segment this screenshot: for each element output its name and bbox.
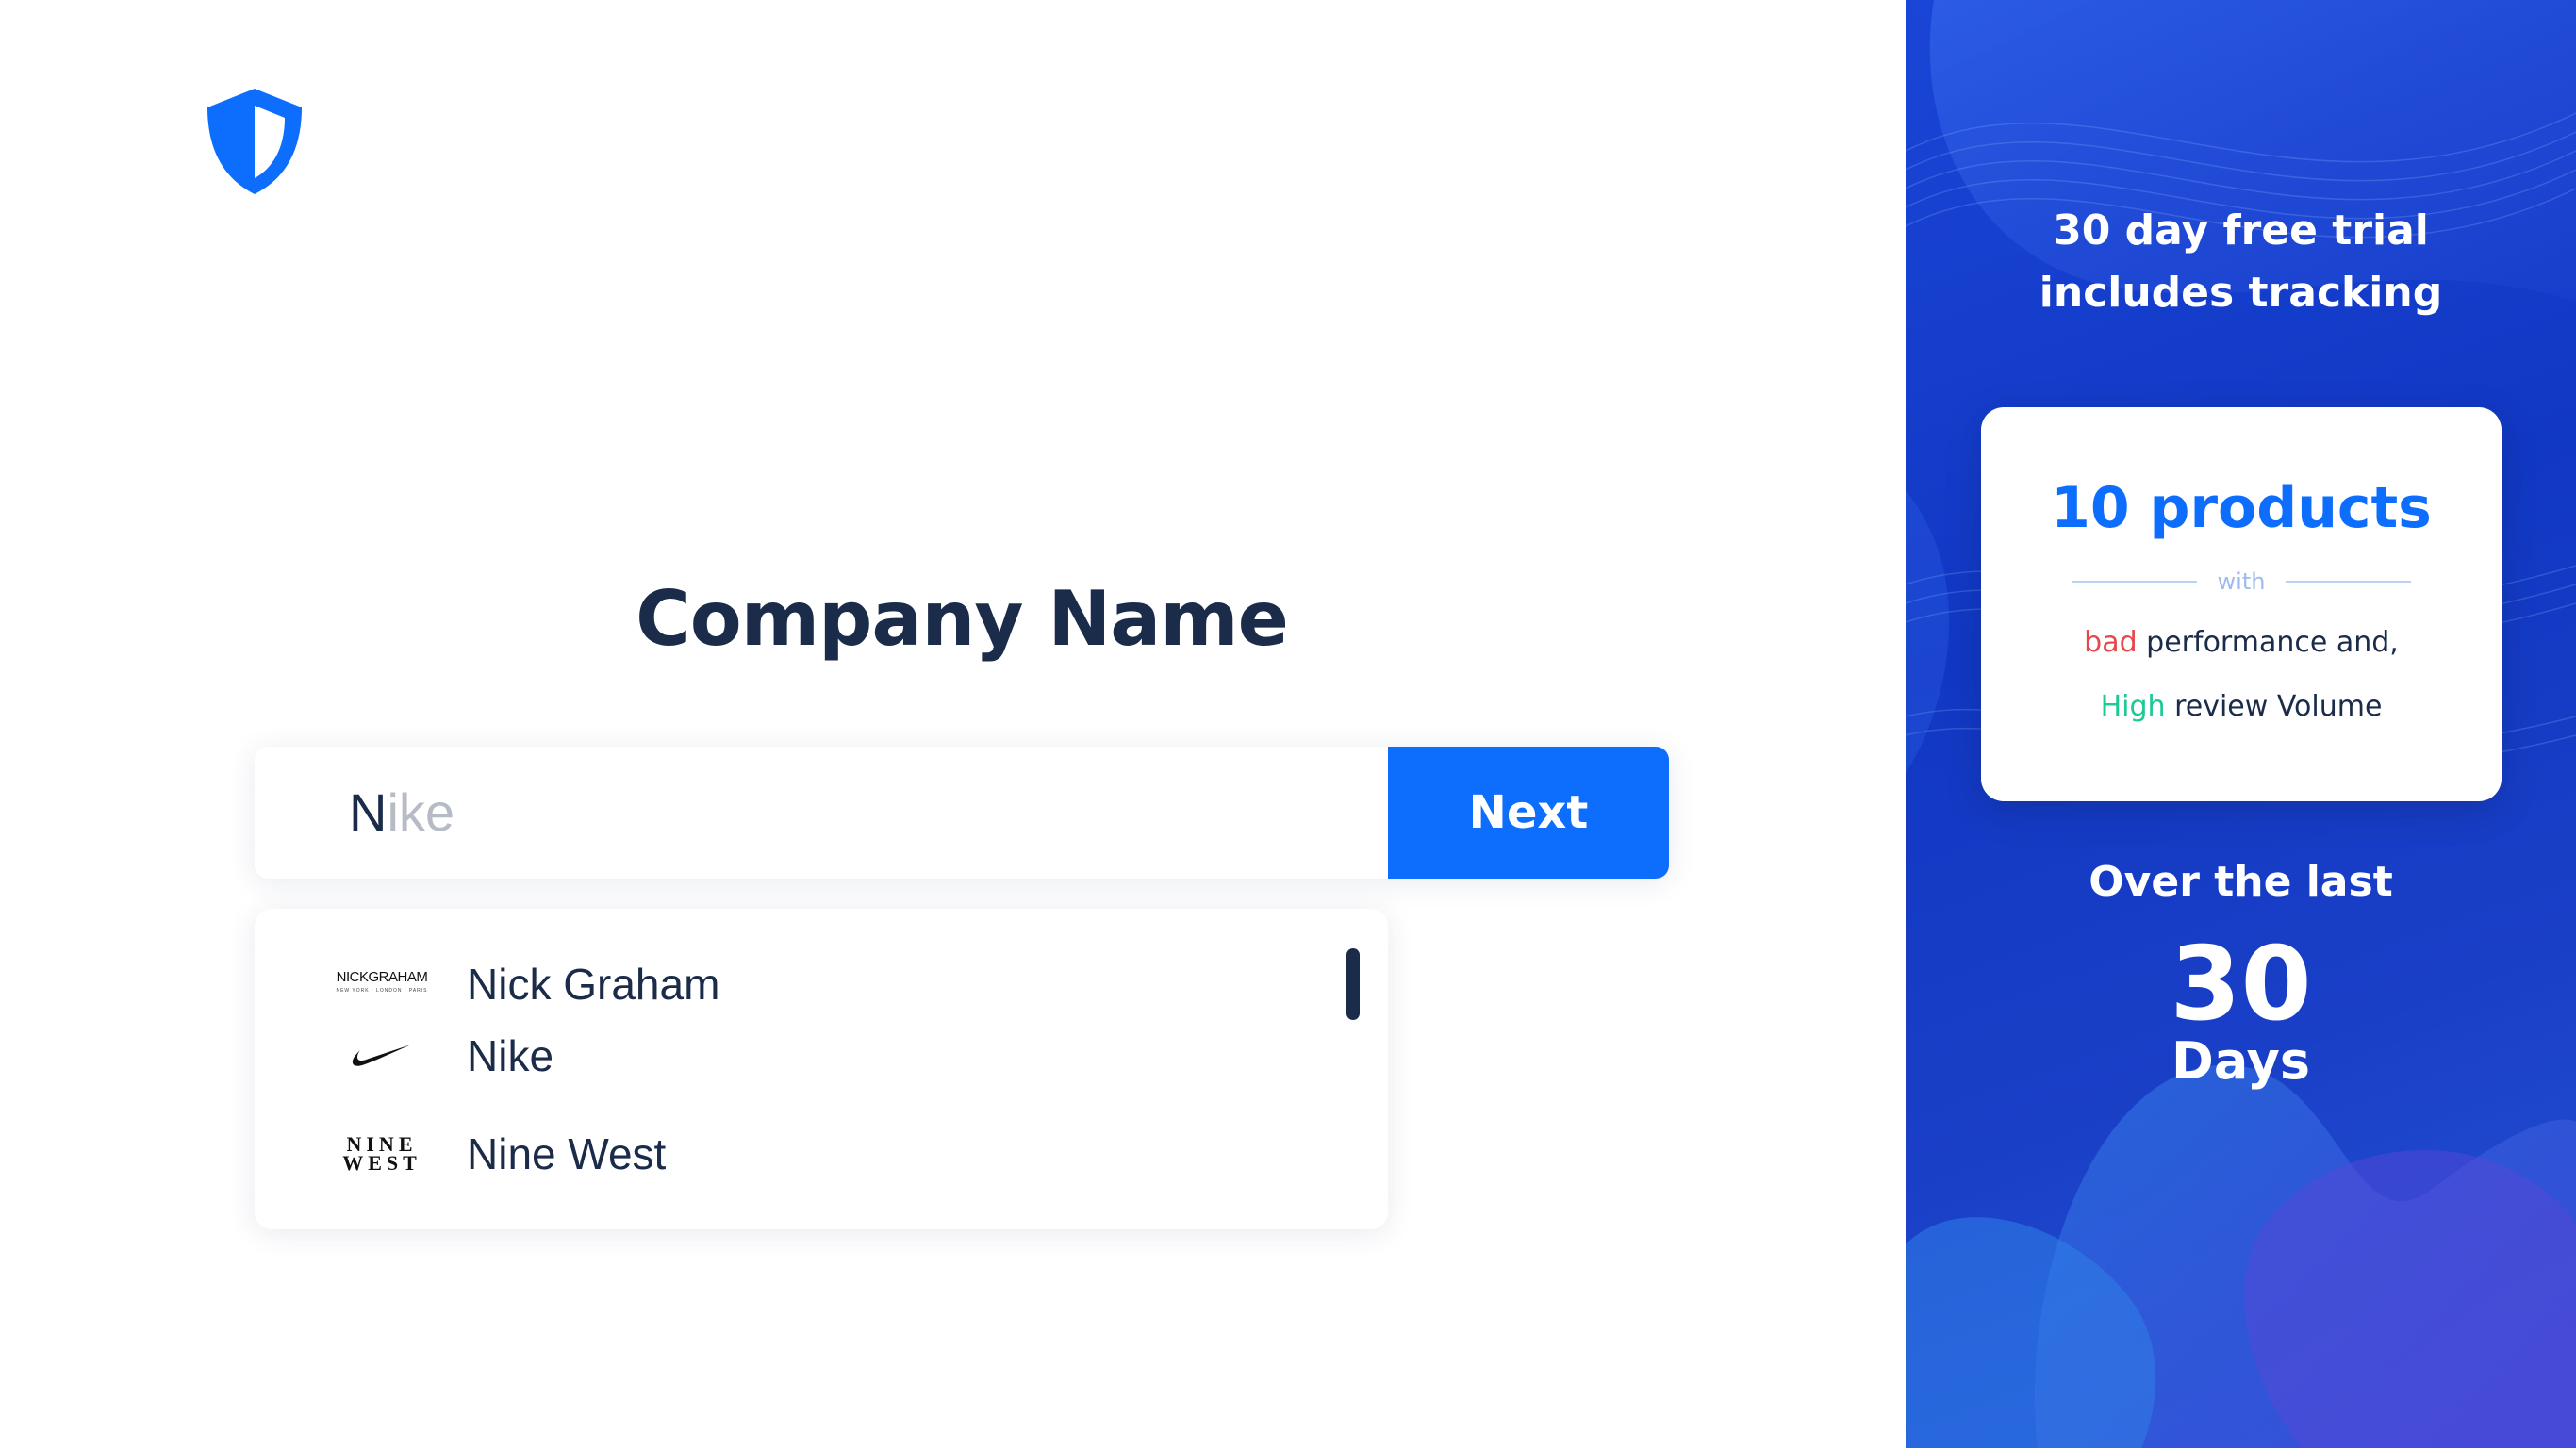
card-divider: with	[2072, 568, 2412, 596]
over-the-last-label: Over the last	[2089, 858, 2393, 906]
card-headline: 10 products	[2051, 475, 2432, 541]
card-line-performance: bad performance and,	[2084, 626, 2399, 659]
nick-graham-logo: NICKGRAHAM NEW YORK · LONDON · PARIS	[336, 969, 428, 994]
page-title: Company Name	[636, 575, 1289, 663]
search-row: Nike Next	[255, 747, 1669, 879]
dropdown-scrollbar[interactable]	[1346, 948, 1360, 1020]
next-button[interactable]: Next	[1388, 747, 1669, 879]
nine-west-logo: NINE WEST	[342, 1132, 421, 1175]
high-highlight: High	[2100, 690, 2166, 723]
main-panel: Company Name Nike Next NICKGRAHAM NEW YOR…	[0, 0, 1906, 1448]
promo-panel: 30 day free trial includes tracking 10 p…	[1906, 0, 2576, 1448]
days-number: 30	[2170, 926, 2312, 1044]
suggestion-label: Nike	[467, 1031, 554, 1080]
suggestion-item-nine-west[interactable]: NINE WEST Nine West	[255, 1116, 1311, 1192]
suggestion-label: Nine West	[467, 1129, 667, 1178]
bad-highlight: bad	[2084, 626, 2138, 659]
divider-text: with	[2217, 568, 2266, 595]
card-line-review: High review Volume	[2100, 690, 2383, 723]
promo-card: 10 products with bad performance and, Hi…	[1981, 407, 2502, 801]
suggestion-item-nike[interactable]: Nike	[255, 1018, 1311, 1094]
shield-icon[interactable]	[202, 85, 307, 198]
search-typed-text: N	[349, 782, 388, 842]
suggestion-dropdown: NICKGRAHAM NEW YORK · LONDON · PARIS Nick…	[255, 909, 1388, 1229]
days-label: Days	[2171, 1031, 2310, 1091]
promo-title: 30 day free trial includes tracking	[2039, 206, 2443, 317]
suggestion-item-nick-graham[interactable]: NICKGRAHAM NEW YORK · LONDON · PARIS Nick…	[255, 946, 1311, 1022]
swoosh-icon	[316, 1018, 448, 1094]
search-autocomplete-text: ike	[387, 782, 455, 842]
company-name-input[interactable]: Nike	[255, 747, 1388, 879]
suggestion-label: Nick Graham	[467, 960, 720, 1009]
